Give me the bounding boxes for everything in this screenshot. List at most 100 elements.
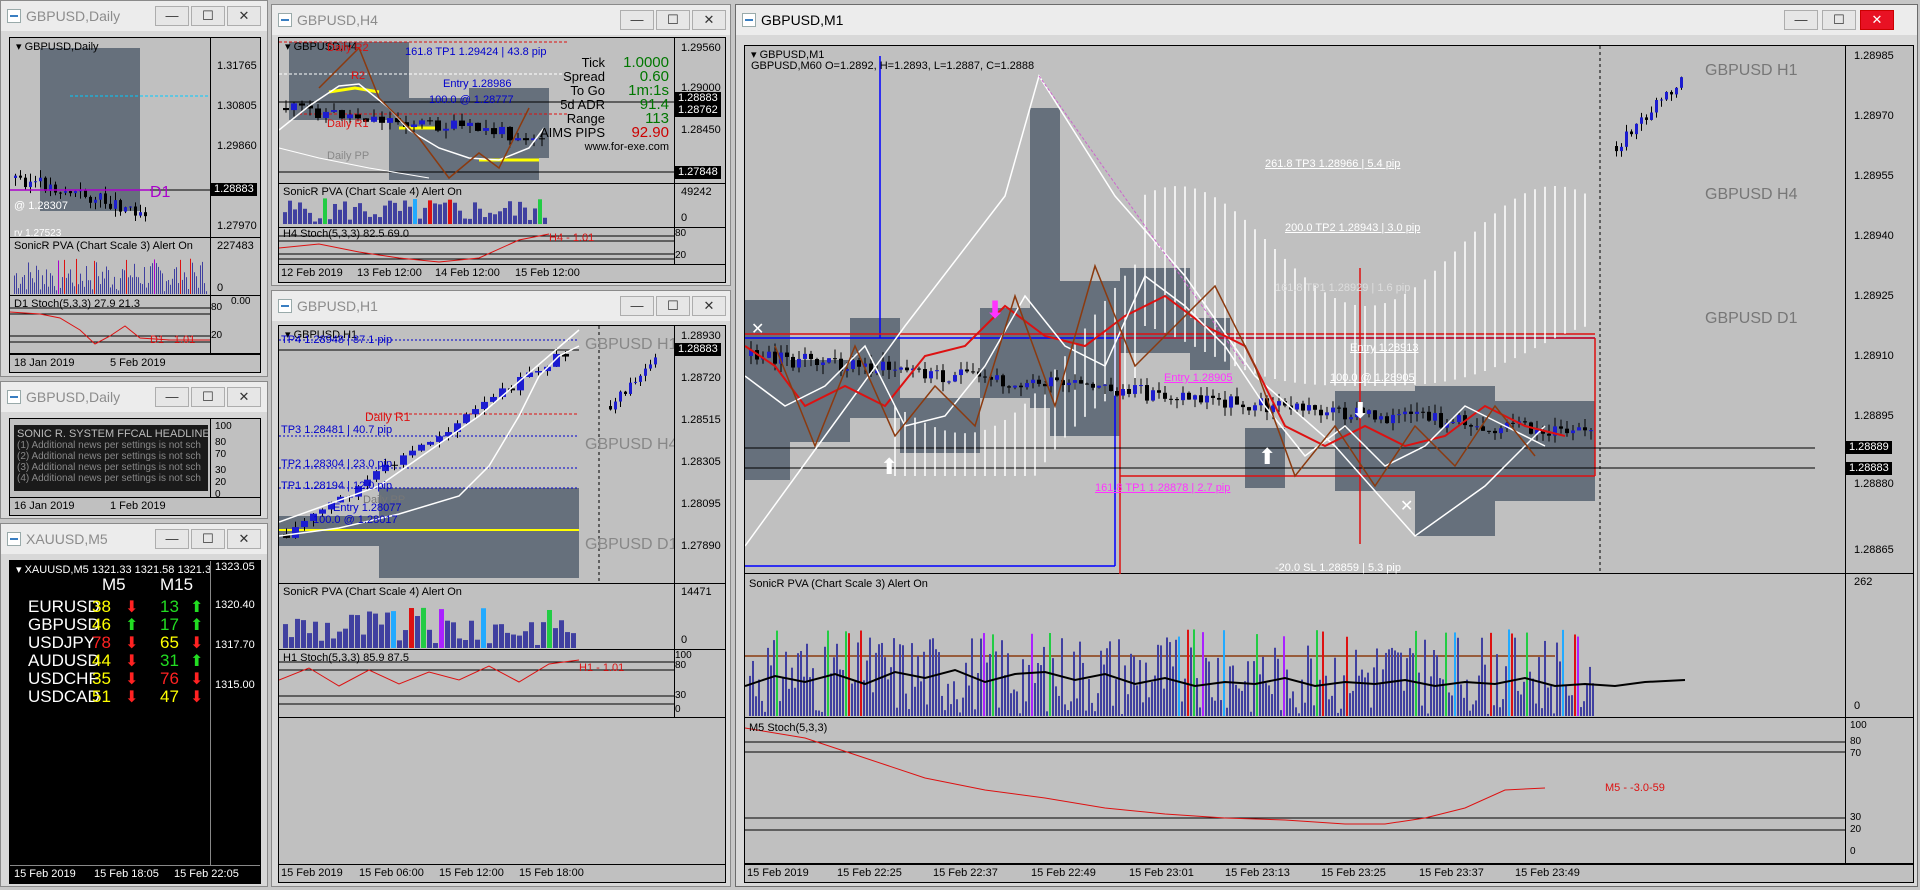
time-tick: 15 Feb 22:37 xyxy=(933,867,998,879)
window-titlebar[interactable]: GBPUSD,H1 — ☐ ✕ xyxy=(272,291,730,321)
chart-area[interactable]: ▾ GBPUSD,H4 Daily R2 R2 161.8 TP1 1.2942… xyxy=(278,37,726,283)
volume-bar xyxy=(451,622,456,648)
volume-bar xyxy=(1304,702,1306,716)
candle-body xyxy=(409,450,416,456)
close-button[interactable]: ✕ xyxy=(227,6,261,26)
close-button[interactable]: ✕ xyxy=(227,529,261,549)
sonic-pva-pane[interactable]: SonicR PVA (Chart Scale 3) Alert On 262 … xyxy=(745,574,1913,718)
time-tick: 15 Feb 23:13 xyxy=(1225,867,1290,879)
volume-bar xyxy=(511,634,516,648)
candle-body xyxy=(1337,407,1341,409)
candle-body xyxy=(443,128,449,131)
volume-bar xyxy=(1562,629,1564,716)
sonic-pva-pane[interactable]: SonicR PVA (Chart Scale 4) Alert On 4924… xyxy=(279,184,725,228)
chart-window-gbpusd-daily[interactable]: GBPUSD,Daily — ☐ ✕ ▾ GBPUSD,Daily D1 @ 1… xyxy=(0,0,268,377)
volume-bar xyxy=(1460,684,1462,716)
volume-bar xyxy=(104,278,105,294)
window-titlebar[interactable]: GBPUSD,M1 — ☐ ✕ xyxy=(736,5,1917,35)
candle-body xyxy=(1169,398,1173,400)
volume-bar xyxy=(1085,710,1087,716)
chart-area[interactable]: ▾ GBPUSD,Daily D1 @ 1.28307 rv 1.27523 1… xyxy=(9,37,261,373)
candle-body xyxy=(639,375,642,382)
volume-bar xyxy=(473,202,477,224)
volume-bar xyxy=(1352,690,1354,716)
minimize-button[interactable]: — xyxy=(155,6,189,26)
stoch-pane[interactable]: D1 Stoch(5,3,3) 27.9 21.3 D1 - 1.01 80 2… xyxy=(10,296,260,354)
minimize-button[interactable]: — xyxy=(155,387,189,407)
candle-body xyxy=(29,181,32,188)
chart-window-xauusd-m5[interactable]: XAUUSD,M5 — ☐ ✕ ▾ XAUUSD,M5 1321.33 1321… xyxy=(0,523,268,887)
close-button[interactable]: ✕ xyxy=(1860,10,1894,30)
volume-bar xyxy=(1337,712,1339,716)
chart-area[interactable]: ▾ XAUUSD,M5 1321.33 1321.58 1321.32 M5 M… xyxy=(9,560,261,884)
chart-window-gbpusd-daily-headlines[interactable]: GBPUSD,Daily — ☐ ✕ SONIC R. SYSTEM FFCAL… xyxy=(0,381,268,519)
chart-window-gbpusd-h1[interactable]: GBPUSD,H1 — ☐ ✕ ▾ GBPUSD,H1 TP4 1.28948 … xyxy=(271,290,731,887)
sonic-pva-pane[interactable]: SonicR PVA (Chart Scale 3) Alert On 2274… xyxy=(10,238,260,296)
price-pane[interactable]: ✕ ⬆ ⬆ ⬇ ⬇ ✕ ▾ GBPUSD,M1 GBPUSD,M60 O=1.2… xyxy=(745,46,1913,574)
volume-bar xyxy=(1289,698,1291,716)
maximize-button[interactable]: ☐ xyxy=(1822,10,1856,30)
volume-bar xyxy=(289,637,294,648)
candle-body xyxy=(1145,385,1149,401)
level-100-label: 100.0 @ 1.28905 xyxy=(1330,372,1415,384)
price-pane[interactable]: ▾ GBPUSD,Daily D1 @ 1.28307 rv 1.27523 1… xyxy=(10,38,260,239)
candle-body xyxy=(119,200,122,212)
candle-body xyxy=(435,120,441,131)
chart-area[interactable]: ✕ ⬆ ⬆ ⬇ ⬇ ✕ ▾ GBPUSD,M1 GBPUSD,M60 O=1.2… xyxy=(744,45,1914,883)
volume-bar xyxy=(1490,632,1492,716)
minimize-button[interactable]: — xyxy=(155,529,189,549)
window-titlebar[interactable]: GBPUSD,Daily — ☐ ✕ xyxy=(1,1,267,31)
volume-bar xyxy=(565,632,570,648)
price-pane[interactable]: ▾ GBPUSD,H4 Daily R2 R2 161.8 TP1 1.2942… xyxy=(279,38,725,184)
volume-bar xyxy=(1109,641,1111,716)
stoch-pane[interactable]: H1 Stoch(5,3,3) 85.9 87.5 H1 - 1.01 100 … xyxy=(279,650,725,718)
candle-body xyxy=(1640,117,1643,124)
volume-bar xyxy=(1037,663,1039,716)
volume-bar xyxy=(1445,632,1447,716)
stoch-pane[interactable]: H4 Stoch(5,3,3) 82.5 69.0 H4 - 1.01 80 2… xyxy=(279,228,725,266)
close-button[interactable]: ✕ xyxy=(692,296,726,316)
volume-bar xyxy=(1499,707,1501,716)
price-pane[interactable]: ▾ GBPUSD,H1 TP4 1.28948 | 87.1 pip Daily… xyxy=(279,326,725,584)
chart-area[interactable]: SONIC R. SYSTEM FFCAL HEADLINES: (1) Add… xyxy=(9,418,261,516)
stoch-pane[interactable]: M5 Stoch(5,3,3) M5 - -3.0-59 100 80 70 3… xyxy=(745,718,1913,864)
volume-bar xyxy=(468,218,472,224)
volume-bar xyxy=(1373,667,1375,716)
minimize-button[interactable]: — xyxy=(620,10,654,30)
maximize-button[interactable]: ☐ xyxy=(191,529,225,549)
stoch-tick: 0 xyxy=(675,704,681,715)
volume-bar xyxy=(1190,647,1192,716)
maximize-button[interactable]: ☐ xyxy=(656,296,690,316)
volume-bar xyxy=(423,207,427,224)
volume-bar xyxy=(62,277,63,294)
close-button[interactable]: ✕ xyxy=(692,10,726,30)
maximize-button[interactable]: ☐ xyxy=(191,387,225,407)
maximize-button[interactable]: ☐ xyxy=(191,6,225,26)
chart-window-gbpusd-m1[interactable]: GBPUSD,M1 — ☐ ✕ ✕ ⬆ ⬆ ⬇ ⬇ ✕ ▾ GBPUSD,M1 … xyxy=(735,4,1918,887)
minimize-button[interactable]: — xyxy=(1784,10,1818,30)
candle-body xyxy=(929,371,933,379)
chart-area[interactable]: ▾ GBPUSD,H1 TP4 1.28948 | 87.1 pip Daily… xyxy=(278,325,726,883)
volume-bar xyxy=(307,633,312,648)
candle-body xyxy=(427,441,434,445)
candle-body xyxy=(1325,412,1329,416)
window-titlebar[interactable]: GBPUSD,H4 — ☐ ✕ xyxy=(272,5,730,35)
volume-bar xyxy=(1094,711,1096,716)
chart-window-gbpusd-h4[interactable]: GBPUSD,H4 — ☐ ✕ ▾ GBPUSD,H4 Daily R2 R2 … xyxy=(271,4,731,286)
volume-bar xyxy=(517,635,522,648)
volume-bar xyxy=(1283,636,1285,716)
minimize-button[interactable]: — xyxy=(620,296,654,316)
time-tick: 1 Feb 2019 xyxy=(110,500,166,512)
maximize-button[interactable]: ☐ xyxy=(656,10,690,30)
close-button[interactable]: ✕ xyxy=(227,387,261,407)
candle-body xyxy=(419,120,425,125)
sonic-pva-pane[interactable]: SonicR PVA (Chart Scale 4) Alert On 1447… xyxy=(279,584,725,650)
time-axis: 12 Feb 2019 13 Feb 12:00 14 Feb 12:00 15… xyxy=(279,264,725,282)
volume-bar xyxy=(1310,658,1312,716)
window-titlebar[interactable]: XAUUSD,M5 — ☐ ✕ xyxy=(1,524,267,554)
candle-body xyxy=(114,200,117,209)
volume-bar xyxy=(1346,636,1348,716)
volume-bar xyxy=(884,657,886,716)
volume-bar xyxy=(755,696,757,716)
window-titlebar[interactable]: GBPUSD,Daily — ☐ ✕ xyxy=(1,382,267,412)
